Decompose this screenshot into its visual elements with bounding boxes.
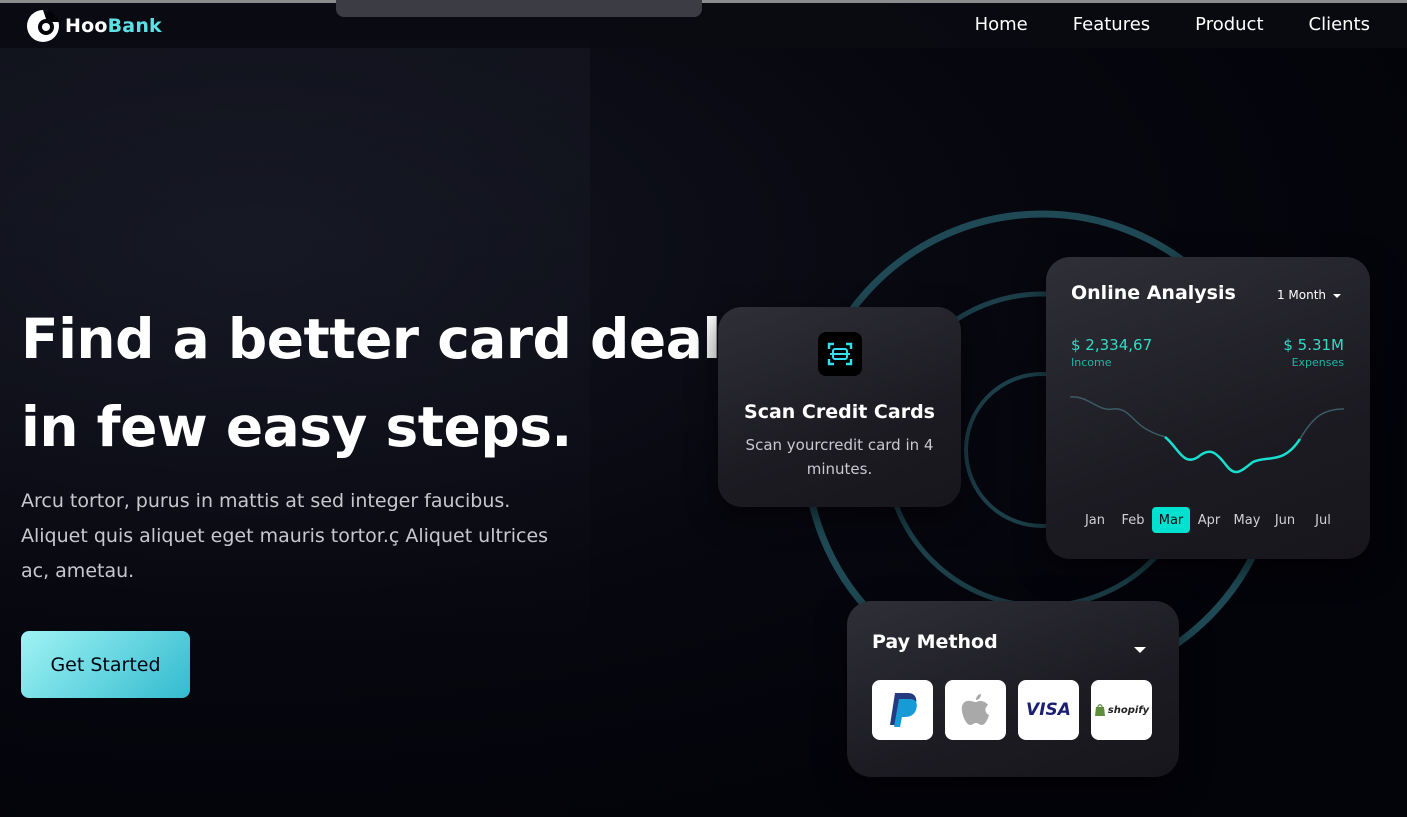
month-jan[interactable]: Jan <box>1076 507 1114 533</box>
scan-card-title: Scan Credit Cards <box>744 401 935 423</box>
shopify-bag-icon <box>1094 704 1105 716</box>
month-jun[interactable]: Jun <box>1266 507 1304 533</box>
month-apr[interactable]: Apr <box>1190 507 1228 533</box>
chevron-down-icon <box>1332 288 1342 302</box>
page: HooBank Home Features Product Clients Fi… <box>0 0 1407 817</box>
analysis-line-chart <box>1069 396 1345 474</box>
expenses-summary: $ 5.31M Expenses <box>1283 336 1344 369</box>
visa-logo[interactable]: VISA <box>1018 680 1079 740</box>
paypal-icon[interactable] <box>872 680 933 740</box>
pay-method-title: Pay Method <box>872 631 998 653</box>
pay-method-card: Pay Method VISA shopify <box>847 601 1179 777</box>
income-label: Income <box>1071 356 1112 369</box>
expenses-value: $ 5.31M <box>1283 336 1344 354</box>
period-dropdown[interactable]: 1 Month <box>1277 288 1342 302</box>
shopify-logo-text: shopify <box>1107 704 1150 716</box>
month-selector: Jan Feb Mar Apr May Jun Jul <box>1076 507 1342 533</box>
month-feb[interactable]: Feb <box>1114 507 1152 533</box>
chevron-down-icon[interactable] <box>1133 639 1147 658</box>
expenses-label: Expenses <box>1291 356 1344 369</box>
visa-logo-text: VISA <box>1026 700 1071 720</box>
month-mar[interactable]: Mar <box>1152 507 1190 533</box>
scan-icon <box>818 332 862 376</box>
scan-card-description: Scan yourcredit card in 4 minutes. <box>745 436 934 478</box>
analysis-title: Online Analysis <box>1071 282 1236 304</box>
month-jul[interactable]: Jul <box>1304 507 1342 533</box>
month-may[interactable]: May <box>1228 507 1266 533</box>
scan-credit-cards-card: Scan Credit Cards Scan yourcredit card i… <box>718 307 961 507</box>
apple-icon[interactable] <box>945 680 1006 740</box>
income-summary: $ 2,334,67 Income <box>1071 336 1152 369</box>
income-value: $ 2,334,67 <box>1071 336 1153 354</box>
online-analysis-card: Online Analysis 1 Month $ 2,334,67 Incom… <box>1046 257 1370 559</box>
period-label: 1 Month <box>1276 288 1326 302</box>
payment-methods: VISA shopify <box>872 680 1152 740</box>
shopify-logo[interactable]: shopify <box>1091 680 1152 740</box>
